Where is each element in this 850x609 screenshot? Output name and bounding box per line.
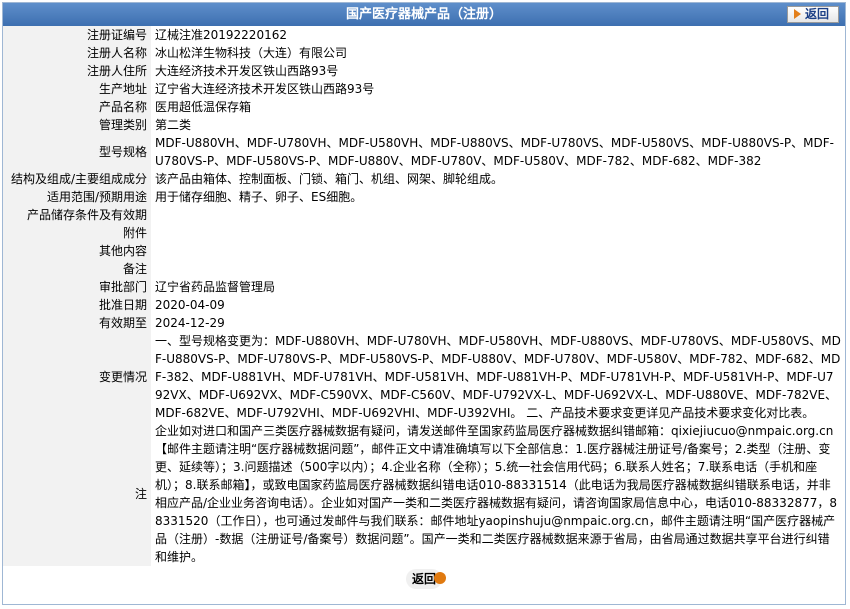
field-value: 2024-12-29	[151, 314, 845, 332]
field-value	[151, 224, 845, 242]
field-label: 管理类别	[3, 116, 151, 134]
field-label: 注册人名称	[3, 44, 151, 62]
field-value: 第二类	[151, 116, 845, 134]
field-label: 有效期至	[3, 314, 151, 332]
table-row: 其他内容	[3, 242, 845, 260]
field-label: 变更情况	[3, 332, 151, 422]
page-title: 国产医疗器械产品（注册）	[345, 7, 502, 22]
field-label: 适用范围/预期用途	[3, 188, 151, 206]
table-row: 审批部门 辽宁省药品监督管理局	[3, 278, 845, 296]
detail-table: 注册证编号 辽械注准20192220162 注册人名称 冰山松洋生物科技（大连）有限…	[3, 26, 845, 566]
table-row: 批准日期 2020-04-09	[3, 296, 845, 314]
table-row: 适用范围/预期用途 用于储存细胞、精子、卵子、ES细胞。	[3, 188, 845, 206]
table-row: 型号规格 MDF-U880VH、MDF-U780VH、MDF-U580VH、MDF…	[3, 134, 845, 170]
field-value: 企业如对进口和国产三类医疗器械数据有疑问，请发送邮件至国家药监局医疗器械数据纠错…	[151, 422, 845, 566]
field-value	[151, 206, 845, 224]
field-value: MDF-U880VH、MDF-U780VH、MDF-U580VH、MDF-U88…	[151, 134, 845, 170]
field-value: 该产品由箱体、控制面板、门锁、箱门、机组、网架、脚轮组成。	[151, 170, 845, 188]
detail-panel: 国产医疗器械产品（注册） 返回 注册证编号 辽械注准20192220162 注册人…	[2, 2, 846, 605]
table-row: 注册证编号 辽械注准20192220162	[3, 26, 845, 44]
field-label: 注册人住所	[3, 62, 151, 80]
field-value: 用于储存细胞、精子、卵子、ES细胞。	[151, 188, 845, 206]
table-row: 产品名称 医用超低温保存箱	[3, 98, 845, 116]
field-value: 一、型号规格变更为：MDF-U880VH、MDF-U780VH、MDF-U580…	[151, 332, 845, 422]
table-row: 附件	[3, 224, 845, 242]
field-value: 辽宁省药品监督管理局	[151, 278, 845, 296]
field-value: 辽械注准20192220162	[151, 26, 845, 44]
field-value: 2020-04-09	[151, 296, 845, 314]
back-button-label: 返回	[411, 572, 436, 586]
back-button-top-label: 返回	[805, 7, 830, 21]
field-value: 医用超低温保存箱	[151, 98, 845, 116]
back-circle-icon	[434, 572, 446, 584]
table-row: 变更情况 一、型号规格变更为：MDF-U880VH、MDF-U780VH、MDF-…	[3, 332, 845, 422]
table-row: 注册人名称 冰山松洋生物科技（大连）有限公司	[3, 44, 845, 62]
field-label: 生产地址	[3, 80, 151, 98]
back-button-top[interactable]: 返回	[787, 6, 839, 23]
field-label: 审批部门	[3, 278, 151, 296]
table-row: 结构及组成/主要组成成分 该产品由箱体、控制面板、门锁、箱门、机组、网架、脚轮组成…	[3, 170, 845, 188]
field-label: 注册证编号	[3, 26, 151, 44]
field-label: 结构及组成/主要组成成分	[3, 170, 151, 188]
table-row: 生产地址 辽宁省大连经济技术开发区铁山西路93号	[3, 80, 845, 98]
field-value	[151, 260, 845, 278]
field-label: 产品名称	[3, 98, 151, 116]
field-label: 产品储存条件及有效期	[3, 206, 151, 224]
field-label: 型号规格	[3, 134, 151, 170]
field-label: 其他内容	[3, 242, 151, 260]
field-label: 批准日期	[3, 296, 151, 314]
table-row: 有效期至 2024-12-29	[3, 314, 845, 332]
field-label: 备注	[3, 260, 151, 278]
table-row: 注企业如对进口和国产三类医疗器械数据有疑问，请发送邮件至国家药监局医疗器械数据纠…	[3, 422, 845, 566]
table-row: 注册人住所 大连经济技术开发区铁山西路93号	[3, 62, 845, 80]
table-row: 管理类别 第二类	[3, 116, 845, 134]
table-row: 备注	[3, 260, 845, 278]
field-value: 大连经济技术开发区铁山西路93号	[151, 62, 845, 80]
field-label: 注	[3, 422, 151, 566]
field-value: 冰山松洋生物科技（大连）有限公司	[151, 44, 845, 62]
table-row: 产品储存条件及有效期	[3, 206, 845, 224]
field-label: 附件	[3, 224, 151, 242]
back-button[interactable]: 返回	[406, 569, 446, 589]
field-value: 辽宁省大连经济技术开发区铁山西路93号	[151, 80, 845, 98]
field-value	[151, 242, 845, 260]
bottom-bar: 返回	[3, 566, 845, 589]
arrow-right-icon	[794, 9, 801, 19]
title-bar: 国产医疗器械产品（注册） 返回	[3, 3, 845, 26]
